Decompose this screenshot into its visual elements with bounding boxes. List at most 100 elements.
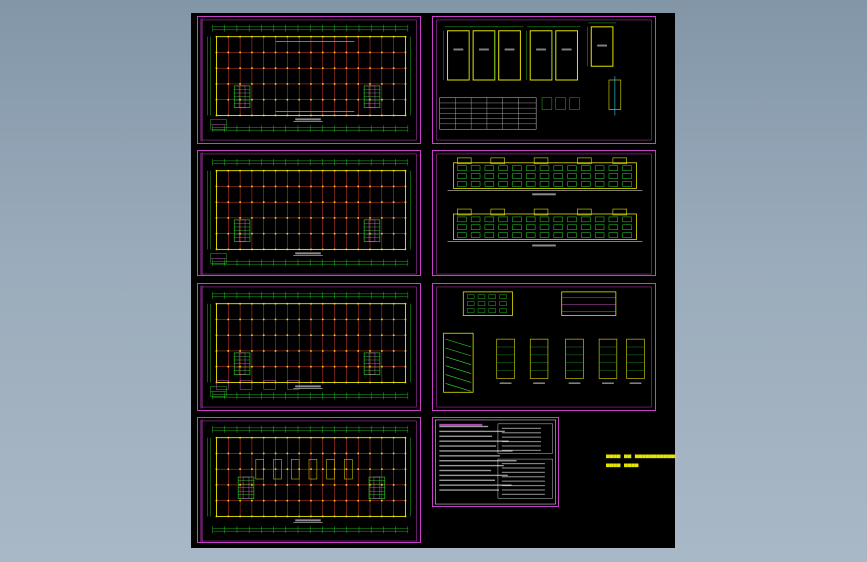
drawing-canvas[interactable] xyxy=(191,13,675,548)
window xyxy=(567,181,577,187)
column xyxy=(392,318,395,321)
column xyxy=(310,499,312,502)
column xyxy=(310,201,312,203)
window xyxy=(467,301,475,306)
column xyxy=(239,83,241,85)
column xyxy=(392,334,395,336)
column xyxy=(262,452,265,455)
drawing-title xyxy=(295,252,321,255)
window xyxy=(553,216,563,223)
window xyxy=(608,173,619,179)
column xyxy=(345,98,348,101)
window xyxy=(567,224,577,230)
column xyxy=(274,365,277,368)
floor-plan-sheet-3[interactable] xyxy=(197,283,421,411)
column xyxy=(369,452,371,455)
window xyxy=(594,165,605,171)
column xyxy=(239,468,241,470)
column xyxy=(345,217,348,219)
column xyxy=(310,468,312,470)
rect xyxy=(565,338,584,379)
window xyxy=(526,232,536,238)
column xyxy=(227,98,230,101)
column xyxy=(381,452,383,455)
column xyxy=(274,98,277,101)
column xyxy=(274,232,277,235)
column xyxy=(310,334,312,336)
column xyxy=(251,201,253,203)
column xyxy=(333,83,336,85)
window xyxy=(526,165,536,171)
rect xyxy=(561,291,617,316)
column xyxy=(392,468,395,470)
text-line xyxy=(439,469,492,472)
rect xyxy=(569,97,580,110)
column xyxy=(321,499,324,502)
column xyxy=(262,318,265,321)
column xyxy=(345,201,348,203)
column xyxy=(381,98,383,101)
column xyxy=(262,98,265,101)
text-line xyxy=(501,449,541,451)
column xyxy=(251,350,253,352)
window xyxy=(499,294,507,299)
column xyxy=(321,98,324,101)
drawing-title xyxy=(532,193,556,196)
window xyxy=(539,173,550,179)
window xyxy=(499,308,507,313)
floor-plan-sheet-1[interactable] xyxy=(197,16,421,144)
design-notes-sheet[interactable] xyxy=(432,417,559,507)
window xyxy=(488,301,496,306)
text-line xyxy=(439,425,489,428)
column xyxy=(321,185,324,188)
column xyxy=(345,350,348,352)
window xyxy=(470,216,481,223)
column xyxy=(310,350,312,352)
rect xyxy=(497,458,553,499)
column xyxy=(345,51,348,54)
floor-plan-drawing xyxy=(200,152,417,275)
column xyxy=(369,318,371,321)
column xyxy=(298,98,300,101)
column xyxy=(392,67,395,69)
column xyxy=(298,51,300,54)
column xyxy=(227,185,230,188)
label xyxy=(602,382,614,385)
column xyxy=(333,201,336,203)
window xyxy=(512,224,522,230)
window xyxy=(499,301,507,306)
column xyxy=(262,365,265,368)
column xyxy=(251,217,253,219)
line xyxy=(445,365,472,374)
column xyxy=(381,185,383,188)
column xyxy=(392,51,395,54)
rect xyxy=(443,332,474,393)
drawing-title xyxy=(295,118,321,121)
column xyxy=(333,452,336,455)
floor-plan-sheet-2[interactable] xyxy=(197,150,421,276)
column xyxy=(286,484,289,486)
column xyxy=(239,185,241,188)
rect xyxy=(498,30,521,81)
column xyxy=(357,365,360,368)
column xyxy=(262,350,265,352)
column-details-sheet[interactable] xyxy=(432,16,656,144)
column xyxy=(274,67,277,69)
column xyxy=(227,51,230,54)
column xyxy=(321,484,324,486)
window xyxy=(457,224,467,230)
column xyxy=(392,83,395,85)
column xyxy=(333,334,336,336)
column xyxy=(286,83,289,85)
column xyxy=(357,67,360,69)
sections-stairs-sheet[interactable] xyxy=(432,283,656,411)
window xyxy=(467,294,475,299)
window xyxy=(512,173,522,179)
column xyxy=(262,334,265,336)
window xyxy=(622,165,632,171)
column xyxy=(310,185,312,188)
text-line xyxy=(439,489,499,491)
elevations-sheet[interactable] xyxy=(432,150,656,276)
label xyxy=(568,382,581,385)
floor-plan-sheet-4[interactable] xyxy=(197,417,421,543)
